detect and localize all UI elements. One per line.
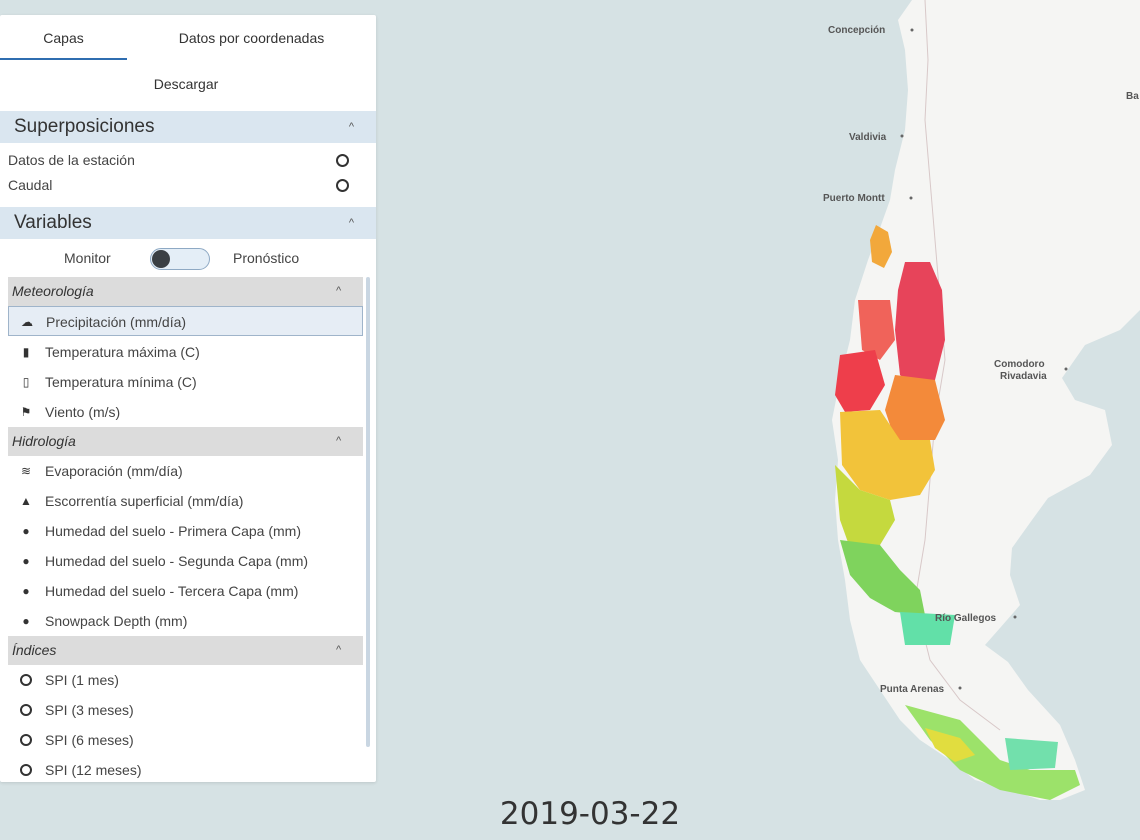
city-comodoro: Comodoro <box>994 359 1045 370</box>
var-label: Snowpack Depth (mm) <box>45 613 188 629</box>
tab-datos-coordenadas[interactable]: Datos por coordenadas <box>127 15 376 60</box>
runoff-icon: ▲ <box>20 494 32 508</box>
tab-bar: Capas Datos por coordenadas Descargar <box>0 15 376 105</box>
overlays-header[interactable]: Superposiciones ^ <box>0 111 376 143</box>
var-spi-12[interactable]: SPI (12 meses) <box>8 755 363 782</box>
category-meteorologia[interactable]: Meteorología ^ <box>8 277 363 306</box>
monitor-forecast-toggle-row: Monitor Pronóstico <box>0 243 376 273</box>
var-label: SPI (12 meses) <box>45 762 142 778</box>
chevron-up-icon: ^ <box>348 217 354 229</box>
var-viento[interactable]: ⚑ Viento (m/s) <box>8 397 363 427</box>
forecast-label: Pronóstico <box>233 250 300 266</box>
circle-icon <box>18 755 34 782</box>
monitor-label: Monitor <box>64 250 111 266</box>
radio-button[interactable] <box>336 179 349 192</box>
circle-icon <box>18 695 34 727</box>
var-precipitacion[interactable]: ☁ Precipitación (mm/día) <box>8 306 363 336</box>
tab-capas[interactable]: Capas <box>0 15 127 60</box>
var-humedad-1[interactable]: ● Humedad del suelo - Primera Capa (mm) <box>8 516 363 546</box>
var-humedad-3[interactable]: ● Humedad del suelo - Tercera Capa (mm) <box>8 576 363 606</box>
overlay-caudal[interactable]: Caudal <box>8 173 363 198</box>
drop-icon: ● <box>22 554 30 568</box>
city-concepcion: Concepción <box>828 25 885 36</box>
chevron-up-icon: ^ <box>348 121 354 133</box>
var-label: Temperatura mínima (C) <box>45 374 197 390</box>
city-valdivia: Valdivia <box>849 132 887 143</box>
thermometer-icon: ▯ <box>22 375 30 389</box>
chevron-up-icon: ^ <box>335 285 341 297</box>
var-snowpack[interactable]: ● Snowpack Depth (mm) <box>8 606 363 636</box>
city-punta-arenas: Punta Arenas <box>880 684 945 695</box>
chevron-up-icon: ^ <box>335 644 341 656</box>
radio-button[interactable] <box>336 154 349 167</box>
switch-knob <box>152 250 170 268</box>
var-spi-6[interactable]: SPI (6 meses) <box>8 725 363 755</box>
chevron-up-icon: ^ <box>335 435 341 447</box>
drop-icon: ● <box>22 584 30 598</box>
var-spi-1[interactable]: SPI (1 mes) <box>8 665 363 695</box>
var-label: Escorrentía superficial (mm/día) <box>45 493 244 509</box>
var-spi-3[interactable]: SPI (3 meses) <box>8 695 363 725</box>
overlays-title: Superposiciones <box>14 116 155 137</box>
overlay-station-data[interactable]: Datos de la estación <box>8 148 363 173</box>
var-label: Humedad del suelo - Segunda Capa (mm) <box>45 553 309 569</box>
var-humedad-2[interactable]: ● Humedad del suelo - Segunda Capa (mm) <box>8 546 363 576</box>
drop-icon: ● <box>22 614 30 628</box>
monitor-forecast-switch[interactable] <box>150 248 210 270</box>
var-evaporacion[interactable]: ≋ Evaporación (mm/día) <box>8 456 363 486</box>
city-puerto-montt: Puerto Montt <box>823 193 885 204</box>
variables-header[interactable]: Variables ^ <box>0 207 376 239</box>
variables-title: Variables <box>14 212 92 233</box>
var-label: SPI (6 meses) <box>45 732 134 748</box>
var-label: Evaporación (mm/día) <box>45 463 183 479</box>
drop-icon: ● <box>22 524 30 538</box>
var-label: Viento (m/s) <box>45 404 121 420</box>
city-rio-gallegos: Río Gallegos <box>935 613 997 624</box>
var-label: SPI (3 meses) <box>45 702 134 718</box>
flag-icon: ⚑ <box>20 405 32 419</box>
cloud-icon: ☁ <box>21 315 33 329</box>
var-label: Temperatura máxima (C) <box>45 344 200 360</box>
var-escorrentia[interactable]: ▲ Escorrentía superficial (mm/día) <box>8 486 363 516</box>
city-ba-truncated: Ba <box>1126 91 1139 102</box>
var-label: Precipitación (mm/día) <box>46 314 187 330</box>
variables-list: Meteorología ^ ☁ Precipitación (mm/día) … <box>8 277 363 782</box>
category-title: Hidrología <box>12 433 76 449</box>
circle-icon <box>18 725 34 757</box>
circle-icon <box>18 665 34 697</box>
overlay-label: Datos de la estación <box>8 152 135 168</box>
var-label: Humedad del suelo - Tercera Capa (mm) <box>45 583 299 599</box>
tab-descargar[interactable]: Descargar <box>0 67 372 101</box>
thermometer-icon: ▮ <box>22 345 30 359</box>
category-title: Meteorología <box>12 283 94 299</box>
var-label: SPI (1 mes) <box>45 672 119 688</box>
layers-panel: Capas Datos por coordenadas Descargar Su… <box>0 15 376 782</box>
category-indices[interactable]: Índices ^ <box>8 636 363 665</box>
var-temp-max[interactable]: ▮ Temperatura máxima (C) <box>8 337 363 367</box>
overlay-label: Caudal <box>8 177 53 193</box>
category-title: Índices <box>12 642 57 658</box>
evaporation-icon: ≋ <box>20 464 32 478</box>
var-temp-min[interactable]: ▯ Temperatura mínima (C) <box>8 367 363 397</box>
var-label: Humedad del suelo - Primera Capa (mm) <box>45 523 301 539</box>
category-hidrologia[interactable]: Hidrología ^ <box>8 427 363 456</box>
city-rivadavia: Rivadavia <box>1000 371 1047 382</box>
date-label: 2019-03-22 <box>499 796 681 832</box>
scrollbar[interactable] <box>366 277 370 747</box>
